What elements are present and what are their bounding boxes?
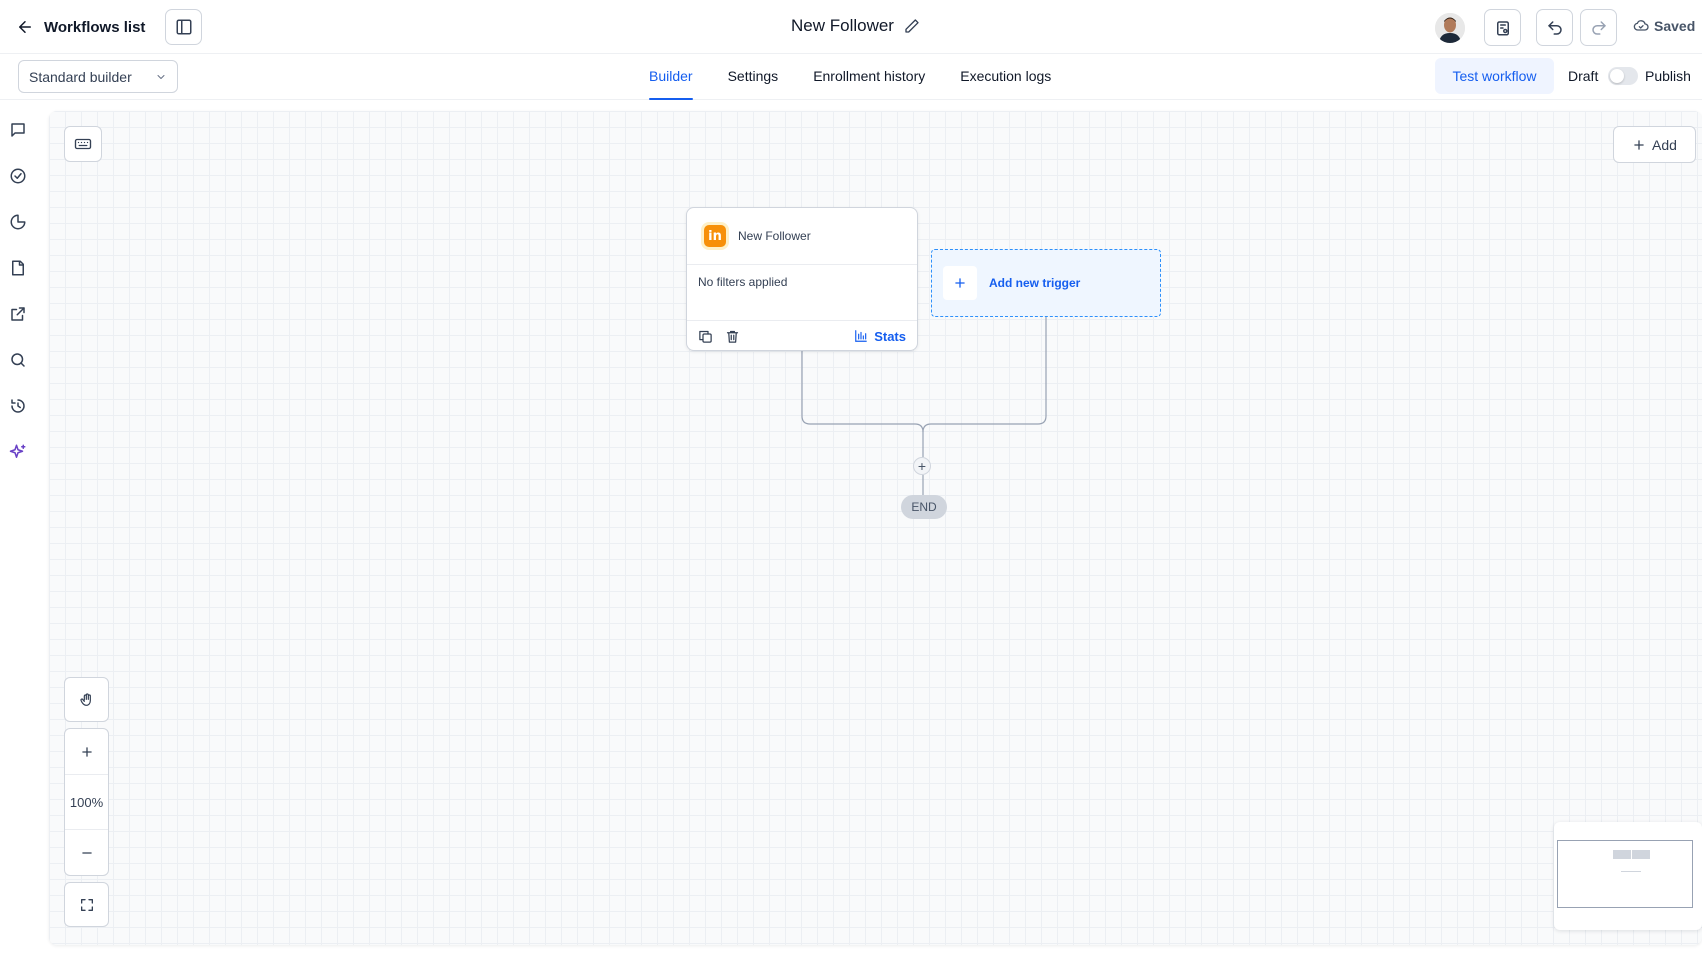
workflow-title: New Follower (791, 16, 920, 36)
notes-button[interactable] (1484, 9, 1521, 46)
stats-label: Stats (874, 328, 906, 344)
zoom-controls: 100% (64, 728, 109, 876)
tab-builder[interactable]: Builder (649, 54, 693, 100)
trigger-node-footer: Stats (687, 321, 917, 351)
back-to-workflows-link[interactable]: Workflows list (16, 12, 145, 42)
test-workflow-button[interactable]: Test workflow (1435, 58, 1554, 94)
message-icon[interactable] (8, 120, 28, 140)
add-button-label: Add (1652, 136, 1677, 153)
cloud-check-icon (1633, 18, 1649, 34)
redo-icon (1590, 19, 1608, 37)
trigger-node-header: in New Follower (687, 208, 917, 265)
copy-icon[interactable] (698, 329, 713, 344)
plus-icon (943, 266, 977, 300)
workflow-canvas[interactable]: Add in New Follower No filters applied S… (49, 111, 1702, 945)
sidebar-toggle-button[interactable] (165, 9, 202, 45)
draft-label: Draft (1568, 68, 1599, 84)
panel-left-icon (175, 18, 193, 36)
pie-chart-icon[interactable] (8, 212, 28, 232)
minimap-viewport[interactable] (1557, 840, 1693, 908)
plus-icon (1632, 138, 1646, 152)
add-new-trigger-label: Add new trigger (989, 276, 1081, 290)
publish-label: Publish (1645, 68, 1691, 84)
add-button[interactable]: Add (1613, 126, 1696, 163)
minimap-node (1632, 850, 1650, 859)
fit-view-button[interactable] (64, 882, 109, 927)
search-icon[interactable] (8, 350, 28, 370)
tab-enrollment-history[interactable]: Enrollment history (813, 54, 925, 100)
add-new-trigger-button[interactable]: Add new trigger (931, 249, 1161, 317)
redo-button[interactable] (1580, 9, 1617, 46)
tab-bar: Builder Settings Enrollment history Exec… (649, 54, 1086, 100)
zoom-in-button[interactable] (65, 729, 108, 774)
save-status: Saved (1633, 18, 1695, 34)
left-rail (0, 100, 44, 957)
user-avatar[interactable] (1435, 13, 1465, 43)
bar-chart-icon (854, 329, 868, 343)
add-step-button[interactable]: + (913, 457, 931, 475)
back-link-label: Workflows list (44, 18, 146, 36)
minimap-node (1613, 850, 1631, 859)
zoom-level: 100% (65, 774, 108, 830)
tab-settings[interactable]: Settings (728, 54, 779, 100)
undo-button[interactable] (1536, 9, 1573, 46)
maximize-icon (79, 897, 95, 913)
check-circle-icon[interactable] (8, 166, 28, 186)
builder-toolbar: Standard builder Builder Settings Enroll… (0, 54, 1702, 100)
pencil-icon[interactable] (904, 18, 920, 34)
top-bar: Workflows list New Follower Saved (0, 0, 1702, 54)
history-icon[interactable] (8, 396, 28, 416)
builder-mode-value: Standard builder (29, 68, 132, 85)
arrow-left-icon (16, 18, 34, 36)
linkedin-icon: in (704, 225, 726, 247)
sparkles-icon[interactable] (8, 442, 28, 462)
trigger-filters: No filters applied (687, 265, 917, 321)
chevron-down-icon (155, 71, 167, 83)
trigger-node-title: New Follower (738, 229, 811, 243)
workflow-title-text: New Follower (791, 16, 894, 35)
trash-icon[interactable] (725, 329, 740, 344)
minimap[interactable] (1554, 822, 1702, 930)
minimap-edge (1621, 871, 1641, 872)
minus-icon (80, 846, 94, 860)
publish-toggle[interactable] (1608, 67, 1638, 85)
pan-tool-button[interactable] (64, 677, 109, 722)
end-node: END (901, 495, 947, 519)
hand-icon (79, 692, 95, 708)
keyboard-shortcuts-button[interactable] (64, 126, 102, 162)
trigger-node[interactable]: in New Follower No filters applied Stats (686, 207, 918, 351)
builder-mode-select[interactable]: Standard builder (18, 60, 178, 93)
zoom-out-button[interactable] (65, 830, 108, 875)
file-icon[interactable] (8, 258, 28, 278)
external-link-icon[interactable] (8, 304, 28, 324)
undo-icon (1546, 19, 1564, 37)
save-status-text: Saved (1654, 18, 1696, 34)
plus-icon (80, 745, 94, 759)
clipboard-search-icon (1494, 19, 1512, 37)
keyboard-icon (74, 135, 92, 153)
tab-execution-logs[interactable]: Execution logs (960, 54, 1051, 100)
stats-button[interactable]: Stats (854, 329, 906, 344)
